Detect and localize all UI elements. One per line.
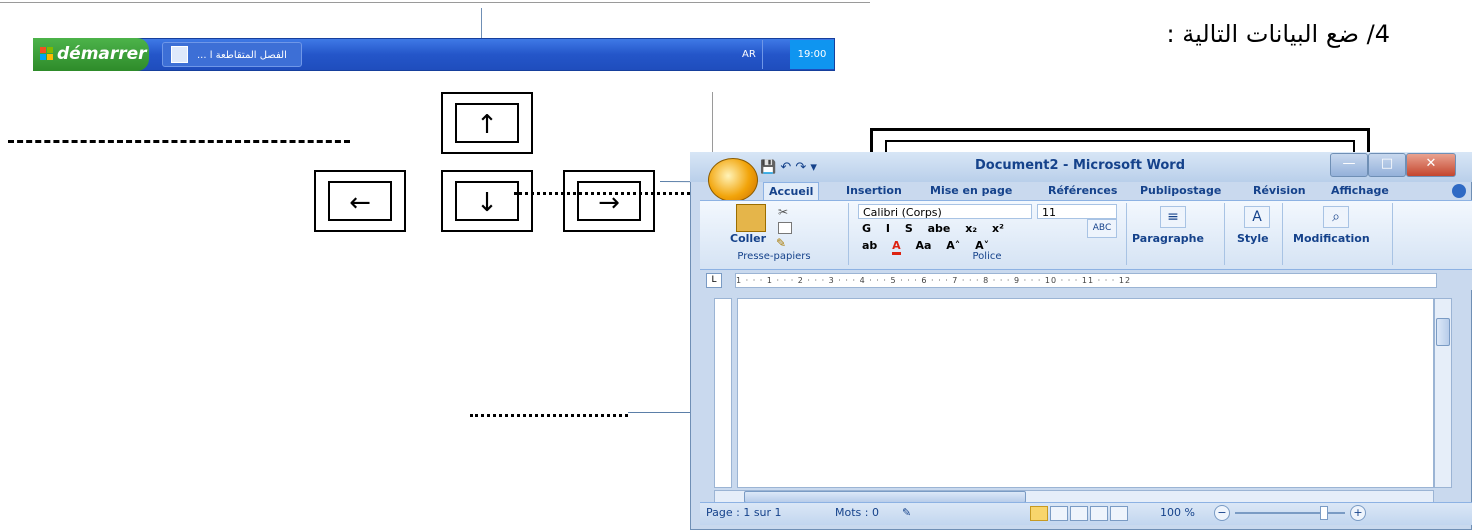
- zoom-in-button[interactable]: +: [1350, 505, 1366, 521]
- word-count[interactable]: Mots : 0: [835, 506, 879, 519]
- zoom-level[interactable]: 100 %: [1160, 506, 1195, 519]
- clipboard-group-label: Presse-papiers: [737, 251, 811, 262]
- group-separator: [848, 203, 849, 265]
- down-arrow-icon: ↓: [476, 188, 498, 218]
- group-separator: [1392, 203, 1393, 265]
- tab-publipostage[interactable]: Publipostage: [1135, 182, 1226, 200]
- zoom-slider[interactable]: [1235, 512, 1345, 514]
- windows-logo-icon: [40, 47, 53, 60]
- left-arrow-key: ←: [314, 170, 406, 232]
- zoom-out-button[interactable]: −: [1214, 505, 1230, 521]
- font-name-select[interactable]: Calibri (Corps): [858, 204, 1032, 219]
- instruction-text: 4/ ضع البيانات التالية :: [1166, 20, 1390, 48]
- subscript-button[interactable]: x₂: [965, 222, 977, 235]
- superscript-button[interactable]: x²: [992, 222, 1004, 235]
- print-layout-view-icon[interactable]: [1030, 506, 1048, 521]
- paste-icon[interactable]: [736, 204, 766, 232]
- strikethrough-button[interactable]: abe: [928, 222, 951, 235]
- right-arrow-key: →: [563, 170, 655, 232]
- font-format-row: G I S abe x₂ x²: [862, 222, 1015, 235]
- group-separator: [1224, 203, 1225, 265]
- key-face: ←: [328, 181, 392, 221]
- paragraph-icon[interactable]: ≡: [1160, 206, 1186, 228]
- clock: 19:00: [790, 40, 834, 69]
- answer-blank-1: [8, 140, 350, 143]
- horizontal-ruler[interactable]: 1 · · · 1 · · · 2 · · · 3 · · · 4 · · · …: [735, 273, 1437, 288]
- office-button[interactable]: [708, 158, 758, 202]
- group-separator: [1282, 203, 1283, 265]
- answer-blank-3: [470, 414, 628, 417]
- copy-icon[interactable]: [778, 222, 792, 234]
- clear-formatting-icon[interactable]: ABC: [1087, 219, 1117, 238]
- top-divider: [0, 2, 870, 3]
- help-icon[interactable]: [1452, 184, 1466, 198]
- vertical-ruler: [714, 298, 732, 488]
- tab-revision[interactable]: Révision: [1248, 182, 1311, 200]
- document-icon: [171, 46, 188, 63]
- tab-insertion[interactable]: Insertion: [841, 182, 907, 200]
- italic-button[interactable]: I: [886, 222, 890, 235]
- page-count[interactable]: Page : 1 sur 1: [706, 506, 782, 519]
- language-indicator[interactable]: AR: [742, 38, 756, 71]
- paste-button-label[interactable]: Coller: [730, 232, 766, 245]
- tab-selector[interactable]: L: [706, 273, 722, 288]
- find-icon[interactable]: ⌕: [1323, 206, 1349, 228]
- bold-button[interactable]: G: [862, 222, 871, 235]
- right-arrow-icon: →: [598, 188, 620, 218]
- tab-affichage[interactable]: Affichage: [1326, 182, 1394, 200]
- modification-button[interactable]: Modification: [1293, 232, 1370, 245]
- maximize-button[interactable]: □: [1368, 153, 1406, 177]
- style-button[interactable]: Style: [1237, 232, 1269, 245]
- draft-view-icon[interactable]: [1110, 506, 1128, 521]
- web-layout-view-icon[interactable]: [1070, 506, 1088, 521]
- close-button[interactable]: ✕: [1406, 153, 1456, 177]
- taskbar-document-label: ... الفصل المتقاطعة ا: [197, 50, 287, 61]
- style-icon[interactable]: A: [1244, 206, 1270, 228]
- spellcheck-icon[interactable]: ✎: [902, 506, 911, 519]
- start-label: démarrer: [57, 44, 147, 64]
- window-title: Document2 - Microsoft Word: [974, 158, 1186, 173]
- underline-button[interactable]: S: [905, 222, 913, 235]
- outline-view-icon[interactable]: [1090, 506, 1108, 521]
- key-face: →: [577, 181, 641, 221]
- left-arrow-icon: ←: [349, 188, 371, 218]
- vertical-scroll-thumb[interactable]: [1436, 318, 1450, 346]
- tray-divider: [762, 40, 763, 69]
- ribbon-tabs: Accueil Insertion Mise en page Référence…: [763, 182, 1472, 201]
- up-arrow-key: ↑: [441, 92, 533, 154]
- vertical-rule: [712, 92, 713, 154]
- group-separator: [1126, 203, 1127, 265]
- cut-icon[interactable]: ✂: [778, 205, 788, 219]
- format-painter-icon[interactable]: ✎: [776, 236, 786, 250]
- up-arrow-icon: ↑: [476, 110, 498, 140]
- tab-mise-en-page[interactable]: Mise en page: [925, 182, 1017, 200]
- answer-blank-2: [514, 192, 690, 195]
- full-screen-view-icon[interactable]: [1050, 506, 1068, 521]
- minimize-button[interactable]: —: [1330, 153, 1368, 177]
- key-face: ↑: [455, 103, 519, 143]
- paragraph-button[interactable]: Paragraphe: [1132, 232, 1204, 245]
- taskbar: [33, 38, 835, 71]
- font-size-select[interactable]: 11: [1037, 204, 1117, 219]
- key-face: ↓: [455, 181, 519, 221]
- down-arrow-key: ↓: [441, 170, 533, 232]
- quick-access-toolbar[interactable]: 💾 ↶ ↷ ▾: [760, 160, 910, 178]
- tab-accueil[interactable]: Accueil: [763, 182, 820, 201]
- zoom-slider-handle[interactable]: [1320, 506, 1328, 520]
- tab-references[interactable]: Références: [1043, 182, 1122, 200]
- font-group-label: Police: [972, 251, 1002, 262]
- document-page[interactable]: [737, 298, 1434, 488]
